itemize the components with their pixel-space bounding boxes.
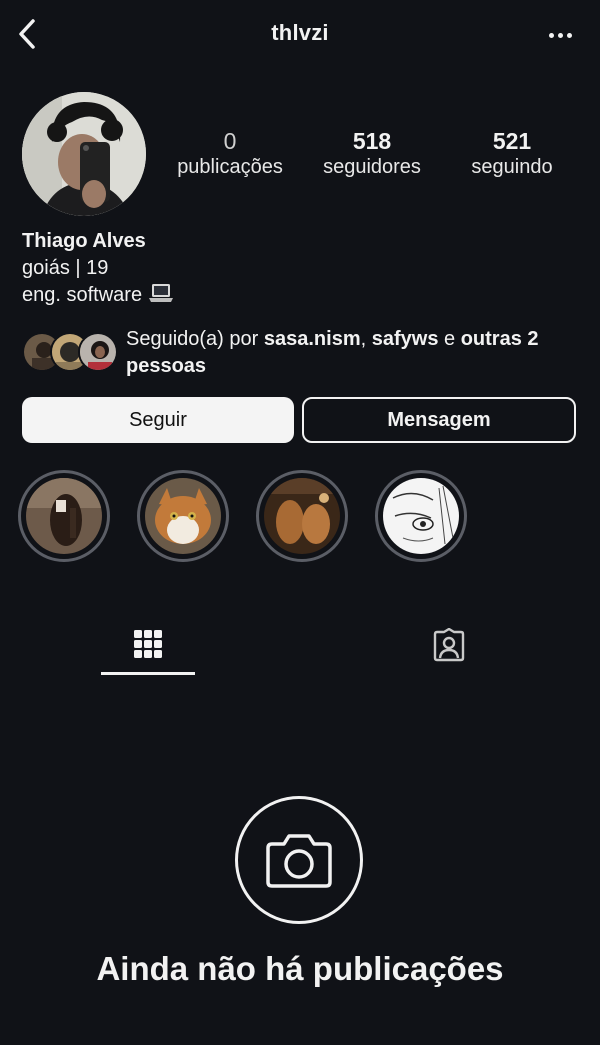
story-highlight-2[interactable]	[137, 470, 229, 562]
empty-state-message: Ainda não há publicações	[96, 950, 504, 987]
following-stat[interactable]: 521 seguindo	[452, 128, 572, 180]
profile-page: thlvzi 0 publicações 518 seguidores 521 …	[0, 0, 600, 1045]
posts-label: publicações	[177, 156, 283, 178]
grid-icon	[134, 629, 162, 658]
follow-button[interactable]: Seguir	[22, 397, 294, 443]
story-highlight-1[interactable]	[18, 470, 110, 562]
mutual-user-1[interactable]: sasa.nism	[264, 328, 361, 350]
posts-count: 0	[223, 128, 237, 154]
message-button[interactable]: Mensagem	[302, 397, 576, 443]
posts-stat: 0 publicações	[170, 128, 290, 180]
followed-by-row[interactable]: Seguido(a) por sasa.nism, safyws e outra…	[22, 326, 582, 382]
mutual-user-2[interactable]: safyws	[372, 328, 439, 350]
top-bar: thlvzi	[0, 0, 600, 70]
bio-line-1: goiás | 19	[22, 257, 109, 279]
followers-count: 518	[352, 128, 392, 154]
followed-by-prefix: Seguido(a) por	[126, 328, 264, 350]
following-count: 521	[492, 128, 532, 154]
followed-by-connector: e	[438, 328, 461, 350]
story-highlight-3[interactable]	[256, 470, 348, 562]
bio-line-2-row: eng. software	[22, 282, 174, 312]
empty-state-camera	[235, 796, 363, 924]
followers-stat[interactable]: 518 seguidores	[312, 128, 432, 180]
tagged-person-icon	[433, 628, 465, 662]
followed-by-text: Seguido(a) por sasa.nism, safyws e outra…	[126, 326, 576, 380]
more-options-button[interactable]	[540, 24, 580, 46]
camera-icon	[266, 834, 332, 888]
profile-name: Thiago Alves	[22, 230, 146, 252]
bio-line-2: eng. software	[22, 284, 143, 306]
profile-bio: Thiago Alves goiás | 19 eng. software	[22, 228, 174, 312]
profile-username: thlvzi	[271, 20, 329, 45]
mutual-avatars	[22, 332, 122, 376]
tab-posts-grid[interactable]	[101, 615, 195, 675]
following-label: seguindo	[471, 156, 553, 178]
tab-tagged[interactable]	[402, 615, 496, 675]
profile-avatar[interactable]	[22, 92, 146, 216]
story-highlight-4[interactable]	[375, 470, 467, 562]
laptop-icon	[148, 282, 174, 312]
followed-by-separator: ,	[360, 328, 372, 350]
mutual-avatar-3	[78, 332, 118, 372]
more-horizontal-icon	[548, 32, 554, 38]
followers-label: seguidores	[323, 156, 421, 178]
